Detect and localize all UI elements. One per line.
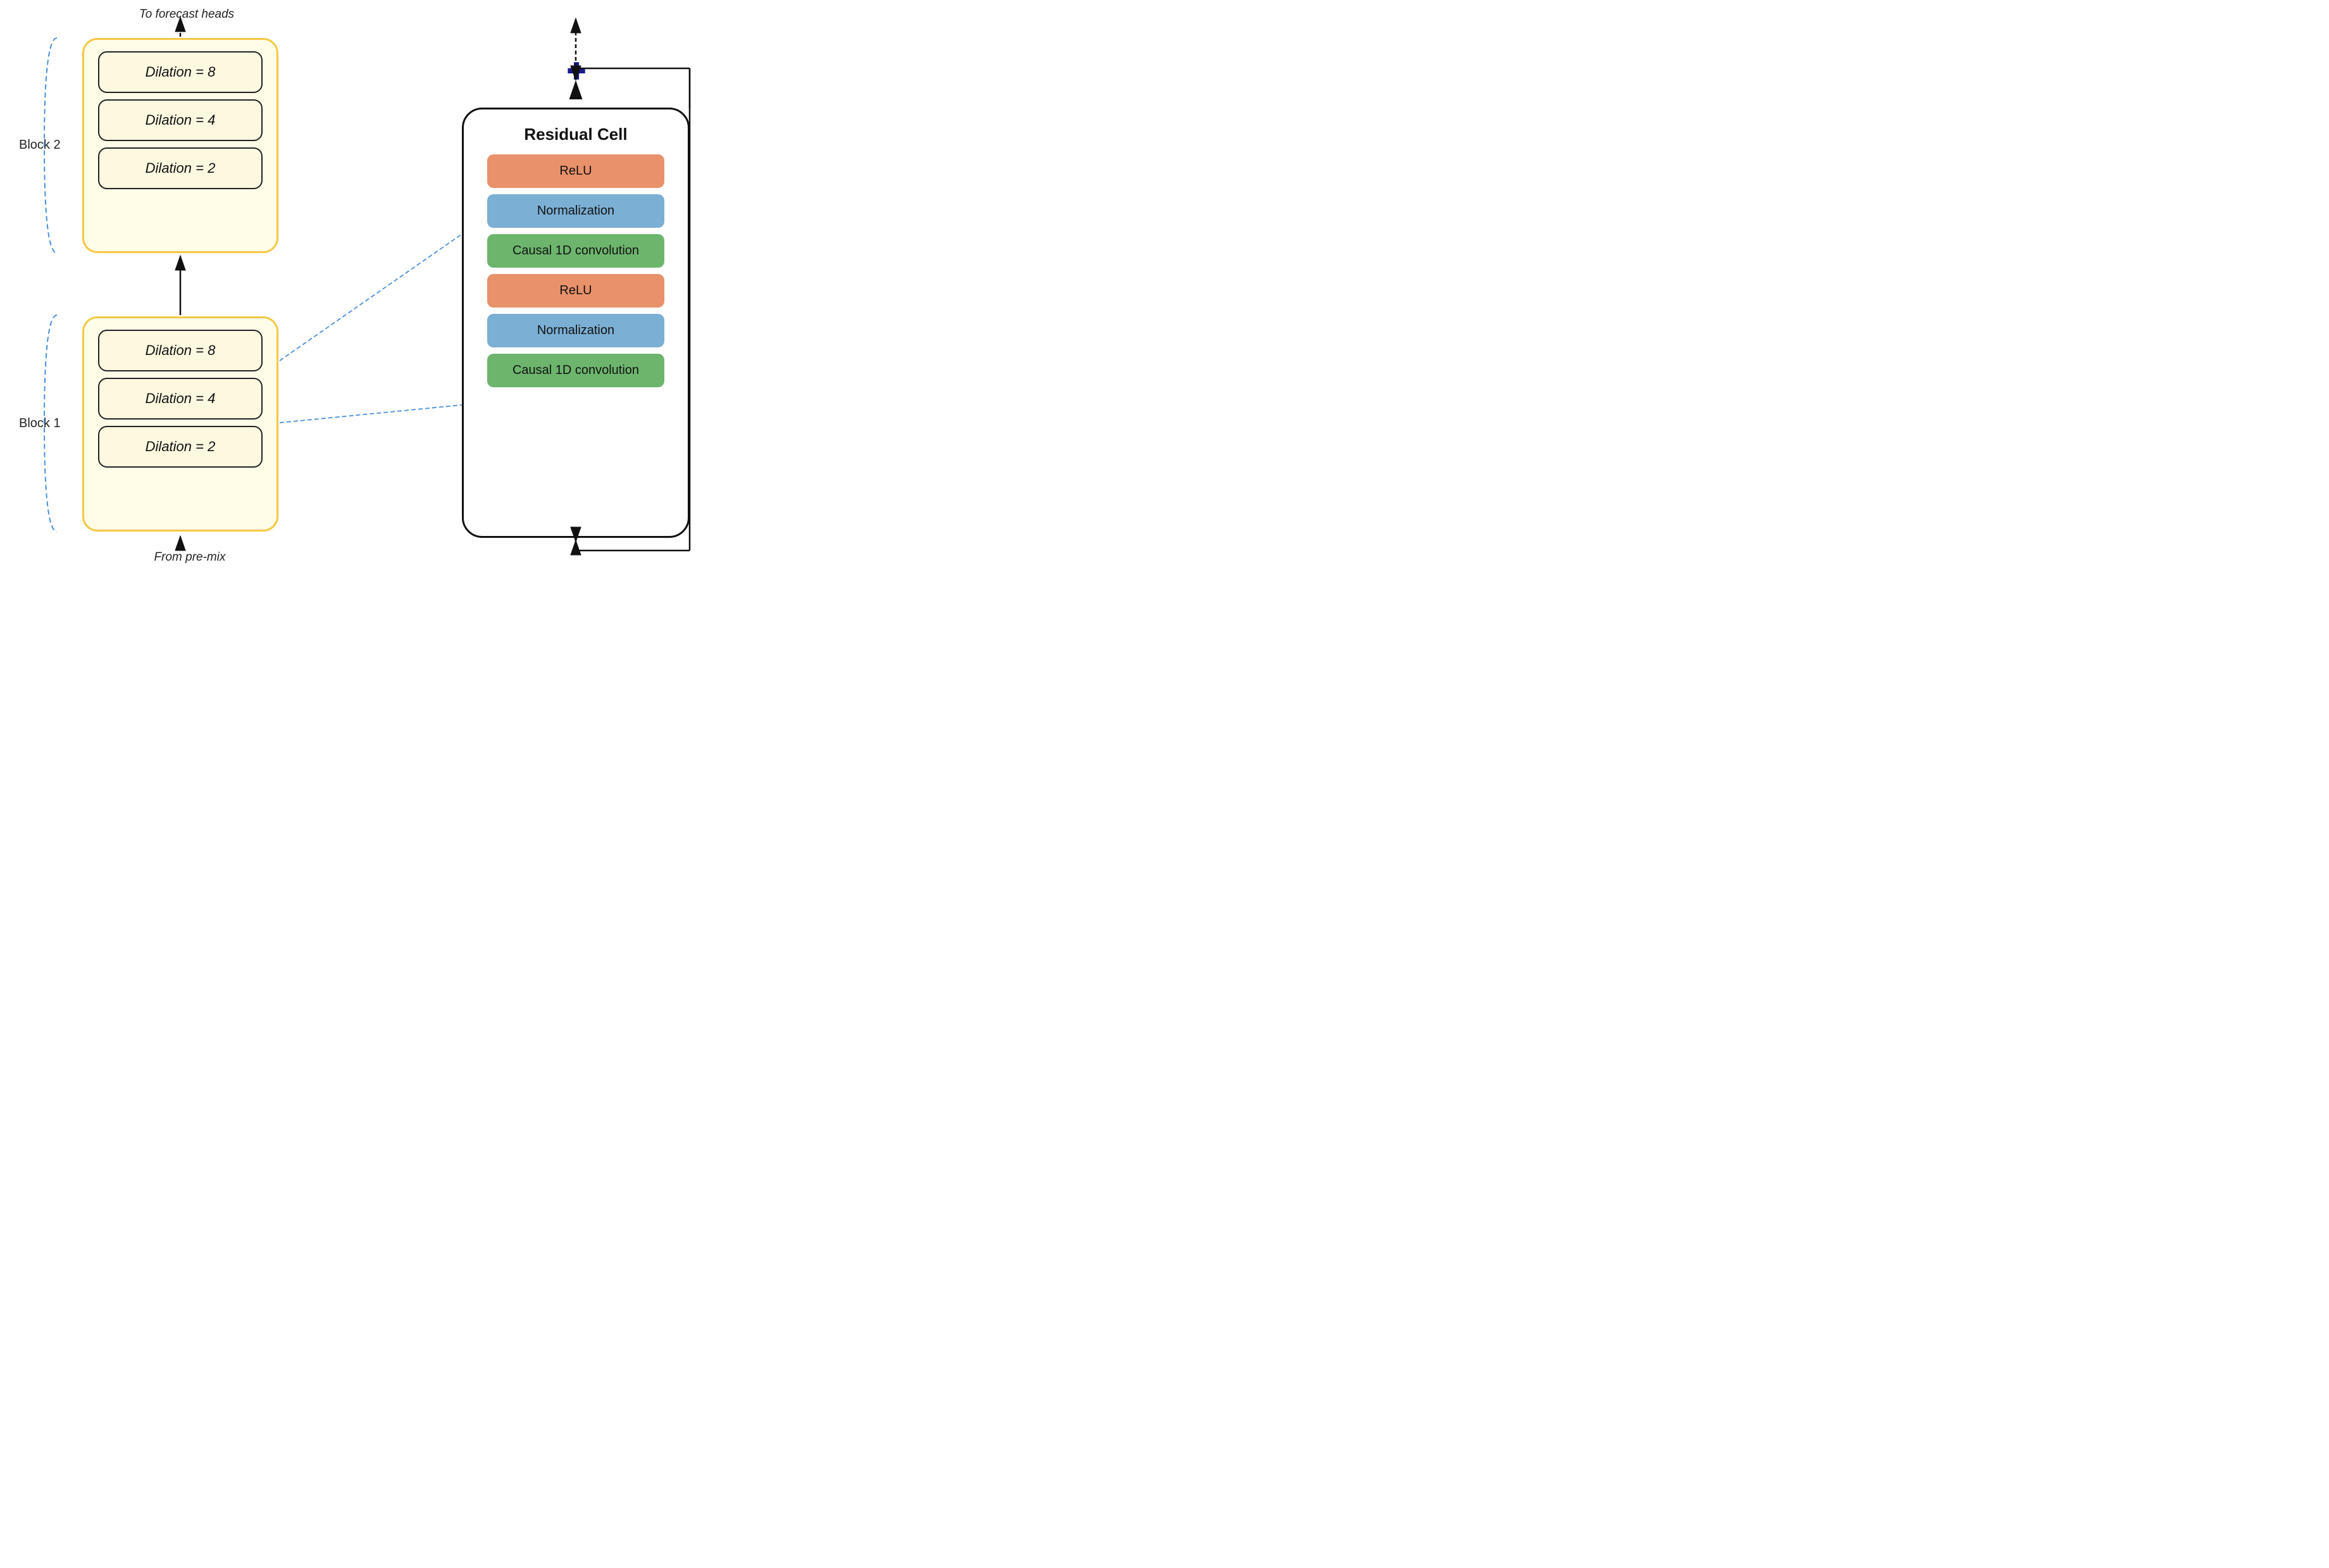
block2-dilation8: Dilation = 8 <box>98 51 263 93</box>
block1-dilation8: Dilation = 8 <box>98 330 263 371</box>
rc-relu-1: ReLU <box>487 154 664 188</box>
residual-cell-title: Residual Cell <box>524 125 627 144</box>
block2-dilation2: Dilation = 2 <box>98 147 263 189</box>
block1-label: Block 1 <box>19 416 61 431</box>
rc-relu-2: ReLU <box>487 274 664 308</box>
block2-box: Dilation = 8 Dilation = 4 Dilation = 2 <box>82 38 278 253</box>
block1-dilation2: Dilation = 2 <box>98 426 263 468</box>
from-premix-label: From pre-mix <box>133 551 247 564</box>
rc-norm-2: Normalization <box>487 314 664 347</box>
rc-norm-1: Normalization <box>487 194 664 228</box>
rc-conv-1: Causal 1D convolution <box>487 234 664 268</box>
plus-symbol: ✚ <box>567 58 586 85</box>
block1-box: Dilation = 8 Dilation = 4 Dilation = 2 <box>82 316 278 532</box>
block2-dilation4: Dilation = 4 <box>98 99 263 141</box>
to-forecast-label: To forecast heads <box>136 8 237 22</box>
residual-cell-box: Residual Cell ReLU Normalization Causal … <box>462 108 690 538</box>
block2-label: Block 2 <box>19 138 61 152</box>
diagram-container: Dilation = 8 Dilation = 4 Dilation = 2 B… <box>0 0 886 601</box>
block1-dilation4: Dilation = 4 <box>98 378 263 420</box>
rc-conv-2: Causal 1D convolution <box>487 354 664 387</box>
